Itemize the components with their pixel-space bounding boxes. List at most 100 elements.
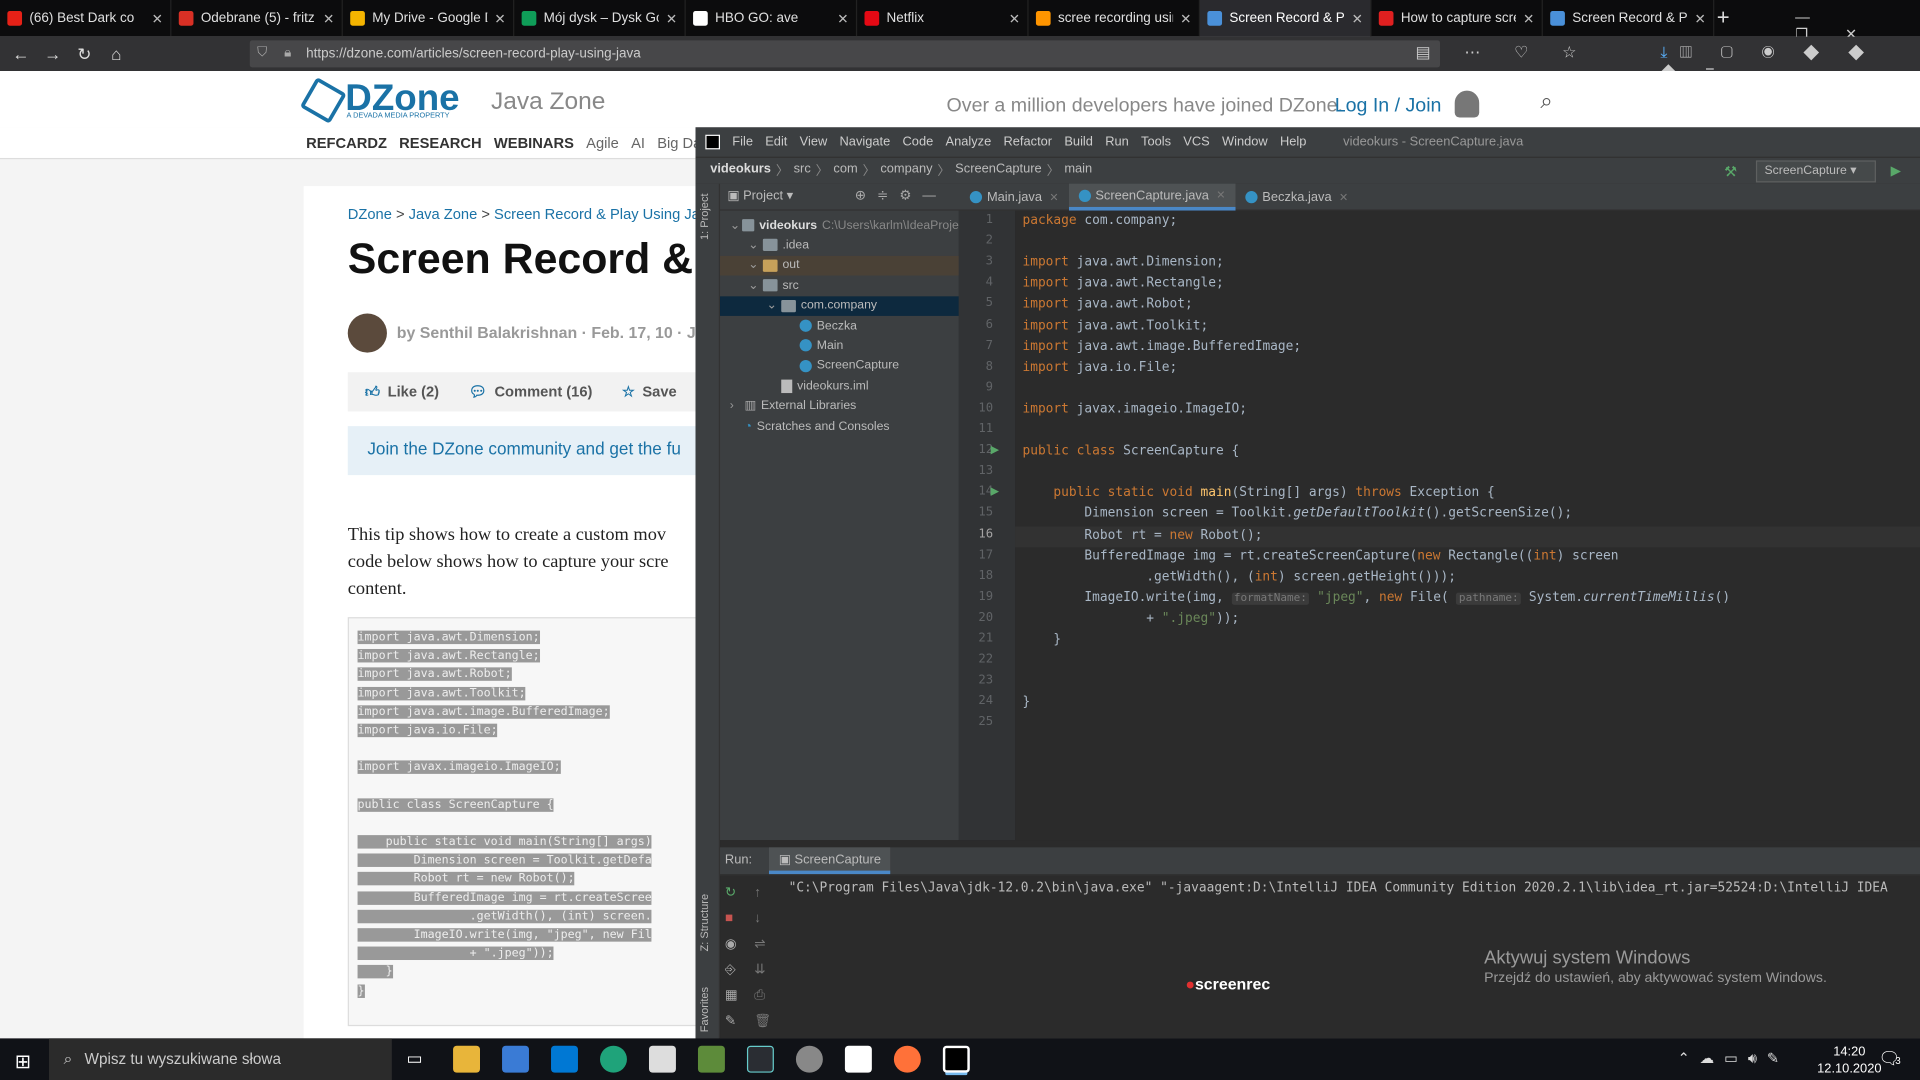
ide-menu-item[interactable]: Analyze [946, 135, 992, 150]
structure-tool-button[interactable]: Z: Structure [698, 894, 710, 952]
tree-item[interactable]: ⌄ src [720, 276, 959, 296]
app-icon[interactable] [648, 1045, 676, 1073]
url-bar[interactable]: https://dzone.com/articles/screen-record… [249, 40, 1441, 68]
tree-item[interactable]: › ▥ External Libraries [720, 396, 959, 416]
run-config-select[interactable]: ScreenCapture ▾ [1755, 160, 1876, 183]
build-icon[interactable]: ⚒ [1724, 162, 1737, 179]
app-icon[interactable] [795, 1045, 823, 1073]
nav-crumb[interactable]: company [880, 162, 932, 180]
dzone-nav-item[interactable]: AI [631, 135, 645, 152]
breadcrumb-zone[interactable]: Java Zone [409, 206, 478, 223]
tree-arrow-icon[interactable]: ⌄ [767, 299, 782, 312]
tree-item[interactable]: ◔ Scratches and Consoles [720, 416, 959, 436]
app-icon[interactable] [844, 1045, 872, 1073]
project-toolbar-icons[interactable]: ⊕≑⚙— [855, 187, 947, 204]
reload-icon[interactable]: ↻ [69, 43, 101, 64]
login-link[interactable]: Log In / Join [1335, 96, 1442, 118]
ide-menu-item[interactable]: Navigate [840, 135, 891, 150]
tab-close-icon[interactable]: ✕ [1009, 10, 1020, 27]
browser-tab[interactable]: (66) Best Dark co ✕ [0, 0, 172, 37]
tree-arrow-icon[interactable]: ⌄ [730, 219, 742, 232]
tree-item[interactable]: ⌄ .idea [720, 236, 959, 256]
mail-icon[interactable] [551, 1045, 578, 1073]
comment-icon[interactable]: 💬︎ [468, 383, 487, 400]
tree-item[interactable]: ScreenCapture [720, 356, 959, 376]
ide-menu-item[interactable]: Build [1064, 135, 1093, 150]
file-explorer-icon[interactable] [453, 1045, 481, 1073]
tab-close-icon[interactable]: ✕ [1339, 190, 1348, 203]
tree-arrow-icon[interactable]: › [730, 399, 745, 412]
tab-close-icon[interactable]: ✕ [1352, 10, 1363, 27]
tree-item[interactable]: ⌄ com.company [720, 295, 959, 316]
nav-crumb[interactable]: main [1064, 162, 1092, 180]
notification-icon[interactable]: 🗨︎3 [1878, 1048, 1900, 1069]
browser-tab[interactable]: How to capture scre ✕ [1371, 0, 1543, 37]
author-avatar[interactable] [347, 313, 387, 353]
ide-menu-item[interactable]: Edit [765, 135, 787, 150]
forward-icon[interactable]: → [37, 44, 69, 64]
taskbar-search[interactable]: ⌕ Wpisz tu wyszukiwane słowa [48, 1038, 392, 1080]
ide-menu-item[interactable]: File [732, 135, 753, 150]
tree-arrow-icon[interactable]: ⌄ [748, 239, 763, 252]
tab-close-icon[interactable]: ✕ [1216, 189, 1225, 202]
project-view-select[interactable]: ▣ Project ▾ [727, 189, 793, 204]
breadcrumb-dzone[interactable]: DZone [348, 206, 392, 223]
editor-tab[interactable]: Beczka.java ✕ [1235, 184, 1358, 211]
nav-crumb[interactable]: videokurs [710, 162, 771, 180]
tab-close-icon[interactable]: ✕ [837, 10, 848, 27]
task-view-icon[interactable]: ▭ [407, 1048, 423, 1069]
tab-close-icon[interactable]: ✕ [1180, 10, 1191, 27]
save-icon[interactable]: ☆ [622, 383, 635, 400]
browser-toolbar-icons[interactable]: ▤ ⋯ ♡ ☆ [1416, 43, 1592, 63]
firefox-icon[interactable] [893, 1045, 921, 1073]
tab-close-icon[interactable]: ✕ [1049, 190, 1058, 203]
join-banner[interactable]: Join the DZone community and get the fu [347, 426, 716, 476]
favorites-tool-button[interactable]: Favorites [698, 987, 710, 1032]
dzone-nav-item[interactable]: WEBINARS [494, 135, 574, 152]
home-icon[interactable]: ⌂ [100, 44, 132, 64]
browser-tab[interactable]: Mój dysk – Dysk Goo ✕ [514, 0, 686, 37]
store-icon[interactable] [502, 1045, 529, 1073]
tab-close-icon[interactable]: ✕ [1523, 10, 1534, 27]
browser-tab[interactable]: HBO GO: ave ✕ [686, 0, 858, 37]
tree-item[interactable]: ⌄ videokurs C:\Users\karlm\IdeaProje [720, 216, 959, 236]
code-editor[interactable]: package com.company; import java.awt.Dime… [1015, 210, 1920, 841]
intellij-taskbar-icon[interactable] [942, 1045, 970, 1073]
tab-close-icon[interactable]: ✕ [323, 10, 334, 27]
code-snippet[interactable]: import java.awt.Dimension; import java.aw… [347, 617, 716, 1027]
tab-close-icon[interactable]: ✕ [152, 10, 163, 27]
search-icon[interactable]: ⌕ [1540, 88, 1552, 114]
user-icon[interactable] [1454, 90, 1480, 118]
browser-tab[interactable]: Netflix ✕ [857, 0, 1029, 37]
nav-crumb[interactable]: com [833, 162, 857, 180]
nav-crumb[interactable]: ScreenCapture [955, 162, 1041, 180]
zone-title[interactable]: Java Zone [491, 88, 605, 116]
run-toolbar-right[interactable]: ↑ ↓ ⇌ ⇊ ⎙ 🗑︎ [754, 880, 771, 1034]
tree-item[interactable]: Beczka [720, 316, 959, 336]
breadcrumb-article[interactable]: Screen Record & Play Using Java [494, 206, 715, 223]
shield-icon[interactable]: ⛉ [257, 45, 267, 61]
ide-menu-item[interactable]: VCS [1183, 135, 1209, 150]
minecraft-icon[interactable] [697, 1045, 725, 1073]
save-button[interactable]: Save [642, 383, 676, 400]
ide-menu-item[interactable]: Help [1280, 135, 1306, 150]
tree-item[interactable]: Main [720, 336, 959, 356]
comment-button[interactable]: Comment (16) [494, 383, 592, 400]
tray-icons[interactable]: ⌃☁▭🔊︎✎ [1678, 1049, 1789, 1067]
like-icon[interactable]: 👍︎ [365, 383, 380, 401]
browser-tab[interactable]: scree recording usin ✕ [1029, 0, 1201, 37]
ide-menu-item[interactable]: Refactor [1003, 135, 1052, 150]
tab-close-icon[interactable]: ✕ [1694, 10, 1705, 27]
edge-icon[interactable] [600, 1045, 627, 1073]
run-gutter-icon[interactable]: ▶ [991, 485, 999, 498]
tree-arrow-icon[interactable]: ⌄ [748, 279, 763, 292]
app-icon[interactable] [746, 1045, 774, 1073]
run-tab[interactable]: ▣ ScreenCapture [768, 847, 891, 875]
ide-menu-item[interactable]: Run [1105, 135, 1129, 150]
browser-tab[interactable]: Odebrane (5) - fritz ✕ [171, 0, 343, 37]
dzone-nav-item[interactable]: Agile [586, 135, 619, 152]
browser-tab[interactable]: Screen Record & Pla ✕ [1543, 0, 1715, 37]
tree-item[interactable]: videokurs.iml [720, 376, 959, 396]
tree-arrow-icon[interactable]: ⌄ [748, 259, 763, 272]
dzone-nav-item[interactable]: REFCARDZ [306, 135, 387, 152]
